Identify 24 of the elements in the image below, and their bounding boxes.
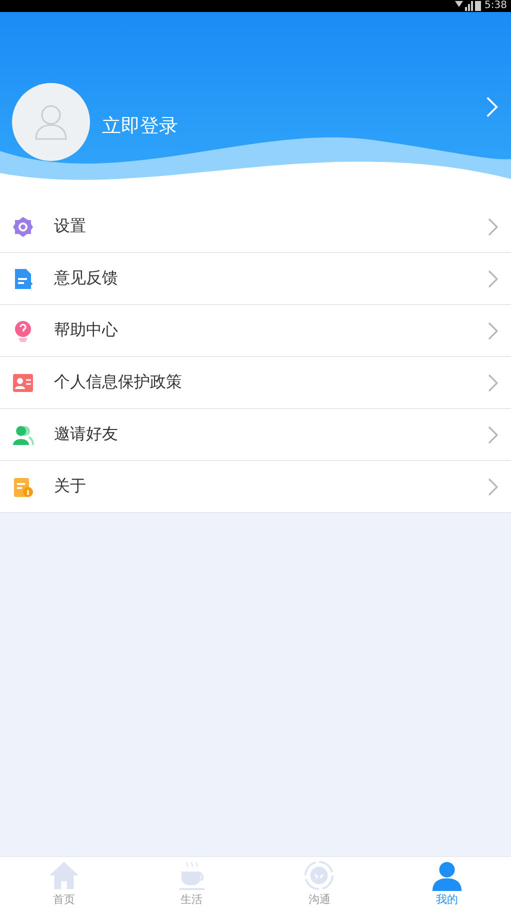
chevron-icon bbox=[487, 374, 499, 392]
lightbulb-question-icon bbox=[12, 320, 34, 342]
chevron-icon bbox=[487, 218, 499, 236]
menu-item[interactable]: 个人信息保护政策 bbox=[0, 357, 511, 409]
menu-item[interactable]: 帮助中心 bbox=[0, 305, 511, 357]
menu-item[interactable]: 意见反馈 bbox=[0, 253, 511, 305]
chevron-icon bbox=[487, 478, 499, 496]
menu-item[interactable]: 设置 bbox=[0, 201, 511, 253]
gear-icon bbox=[12, 216, 34, 238]
person-icon bbox=[431, 860, 464, 891]
chevron-icon bbox=[487, 270, 499, 288]
document-pen-icon bbox=[12, 268, 34, 290]
robot-face-icon bbox=[303, 860, 336, 891]
menu-item[interactable]: 关于 bbox=[0, 461, 511, 512]
chevron-icon bbox=[487, 426, 499, 444]
chevron-icon bbox=[487, 322, 499, 340]
signal-icon bbox=[454, 1, 481, 11]
house-icon bbox=[48, 860, 80, 891]
clock-time: 5:38 bbox=[484, 0, 507, 12]
person-icon bbox=[34, 104, 68, 140]
menu-item[interactable]: 邀请好友 bbox=[0, 409, 511, 461]
id-card-icon bbox=[12, 372, 34, 394]
document-info-icon bbox=[12, 476, 34, 498]
people-icon bbox=[12, 424, 34, 446]
